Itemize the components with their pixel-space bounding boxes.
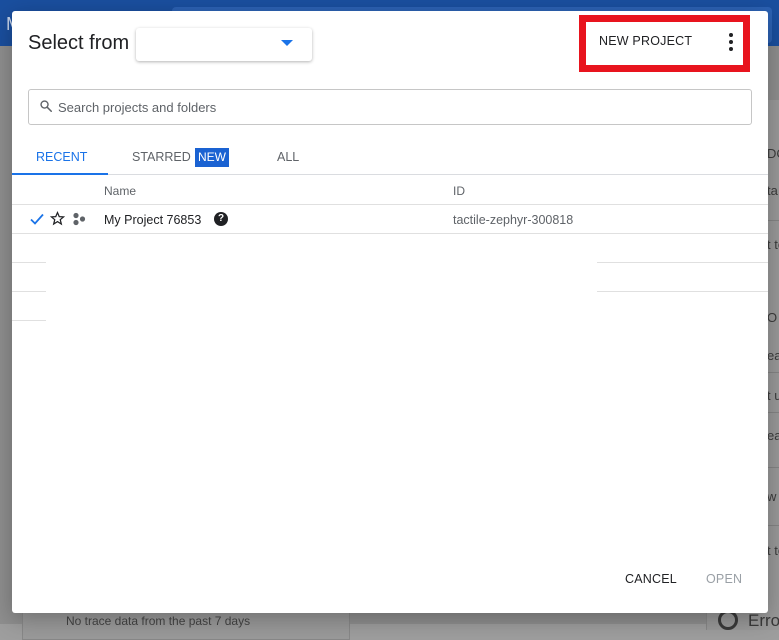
tab-recent[interactable]: RECENT xyxy=(36,150,87,164)
row-divider xyxy=(597,262,768,263)
table-header: Name ID xyxy=(12,176,768,205)
background-fragment: eat xyxy=(767,428,779,443)
chevron-down-icon xyxy=(281,40,293,46)
organization-icon xyxy=(73,212,86,226)
star-outline-icon[interactable] xyxy=(50,211,65,226)
column-header-name[interactable]: Name xyxy=(104,184,136,198)
more-dot xyxy=(729,40,733,44)
row-divider xyxy=(12,320,46,321)
search-input[interactable] xyxy=(58,98,738,116)
check-icon xyxy=(30,213,44,225)
table-row[interactable]: My Project 76853 ? tactile-zephyr-300818 xyxy=(12,205,768,234)
open-button[interactable]: OPEN xyxy=(706,572,742,586)
search-icon xyxy=(40,100,53,113)
more-dot xyxy=(729,47,733,51)
tab-bar: RECENT STARRED ALL xyxy=(12,141,768,175)
project-name[interactable]: My Project 76853 xyxy=(104,213,201,227)
background-fragment: w xyxy=(767,489,777,504)
error-icon xyxy=(718,610,738,630)
background-fragment: DC xyxy=(767,146,779,161)
new-badge: NEW xyxy=(195,148,229,167)
cancel-button[interactable]: CANCEL xyxy=(625,572,677,586)
organization-select[interactable] xyxy=(136,28,312,61)
row-divider xyxy=(12,291,46,292)
new-project-button[interactable]: NEW PROJECT xyxy=(599,34,692,52)
active-tab-indicator xyxy=(12,173,108,175)
background-fragment: eat xyxy=(767,348,779,363)
background-error-label: Erro xyxy=(748,611,779,630)
help-icon[interactable]: ? xyxy=(214,212,228,226)
background-fragment: t u xyxy=(767,388,779,403)
background-footer-text: No trace data from the past 7 days xyxy=(66,614,251,628)
tab-all[interactable]: ALL xyxy=(277,150,299,164)
tab-starred[interactable]: STARRED xyxy=(132,150,191,164)
background-fragment: t to xyxy=(767,237,779,252)
background-fragment: ta xyxy=(767,183,778,198)
row-divider xyxy=(597,291,768,292)
project-id: tactile-zephyr-300818 xyxy=(453,213,574,227)
search-box[interactable] xyxy=(28,89,752,125)
background-fragment: t to xyxy=(767,543,779,558)
row-divider xyxy=(12,262,46,263)
dialog-title: Select from xyxy=(28,32,130,54)
more-vert-icon[interactable] xyxy=(726,31,736,55)
background-fragment: O xyxy=(767,310,778,325)
more-dot xyxy=(729,33,733,37)
column-header-id[interactable]: ID xyxy=(453,184,465,198)
select-project-dialog: Select from NEW PROJECT RECENT STARRED A… xyxy=(12,11,768,613)
